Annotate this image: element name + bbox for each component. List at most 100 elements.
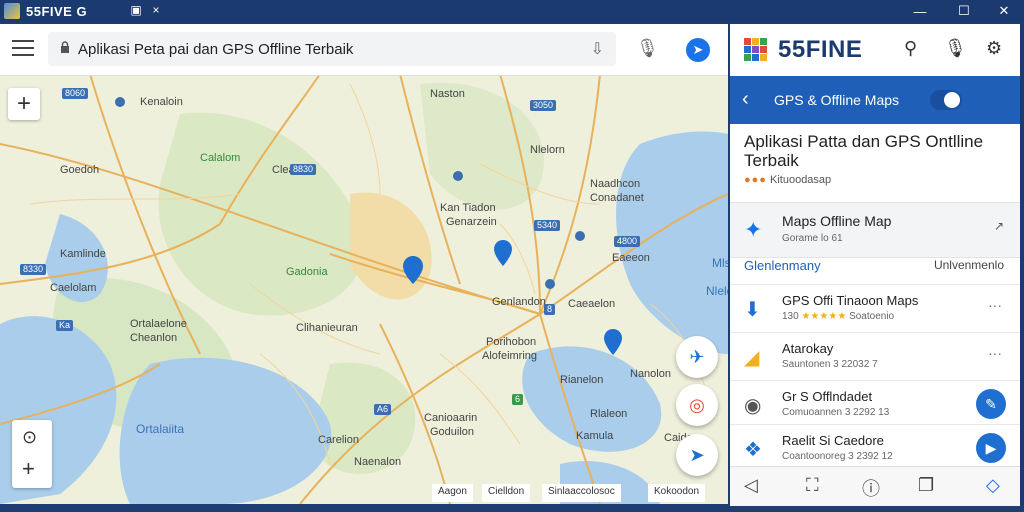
attribution-item[interactable]: Kokoodon	[648, 484, 706, 502]
window-nav-icon[interactable]: ❐	[918, 475, 934, 496]
water-label: Ortalaiita	[136, 422, 185, 436]
window-title: 55FIVE G	[26, 3, 88, 19]
map-controls: ⊙ +	[12, 420, 52, 488]
zoom-in-icon[interactable]: +	[22, 456, 35, 482]
search-input[interactable]: Aplikasi Peta pai dan GPS Offline Terbai…	[48, 32, 616, 66]
route-shield: Ka	[56, 320, 74, 331]
brand-name: 55FINE	[778, 36, 863, 63]
minimize-button[interactable]: —	[900, 0, 940, 22]
zoom-in-button[interactable]: +	[8, 88, 40, 120]
item-title: Atarokay	[782, 341, 834, 356]
navigate-nav-icon[interactable]: ◇	[986, 475, 1000, 496]
tab-close-icon[interactable]: ×	[148, 3, 164, 17]
cube-icon: ❖	[744, 439, 762, 461]
route-shield: 3050	[530, 100, 557, 111]
image-icon[interactable]: ▣	[128, 3, 144, 17]
item-subtitle: 130 ★★★★★ Soatoenio	[782, 311, 895, 322]
section-title[interactable]: Glenlenmany	[744, 258, 821, 273]
map-label: Naadhcon	[590, 178, 641, 190]
header-title: GPS & Offline Maps	[774, 92, 900, 108]
map-label: Caeaelon	[568, 298, 616, 310]
map-label: Goduilon	[430, 426, 475, 438]
share-button[interactable]: ✈	[676, 336, 718, 378]
item-subtitle: Coantoonoreg 3 2392 12	[782, 451, 893, 462]
route-shield: 8060	[62, 88, 89, 99]
map-label: Kamula	[576, 430, 614, 442]
brand-logo-icon	[744, 38, 767, 61]
list-item[interactable]: ❖ Raelit Si Caedore Coantoonoreg 3 2392 …	[730, 424, 1020, 472]
route-shield: 8	[544, 304, 556, 315]
park-label: Calalom	[200, 152, 241, 164]
item-title: GPS Offi Tinaoon Maps	[782, 293, 919, 308]
more-options-icon[interactable]: ···	[988, 345, 1002, 361]
chat-button[interactable]: ▶	[976, 433, 1006, 463]
directions-button[interactable]: ➤	[676, 434, 718, 476]
more-options-icon[interactable]: ···	[988, 297, 1002, 313]
map-canvas	[0, 24, 728, 504]
map-label: Caelolam	[50, 282, 97, 294]
rating-dots-icon: ●●●	[744, 174, 767, 186]
map-label: Ortalaelone	[130, 318, 187, 330]
search-icon[interactable]: ⚲	[904, 38, 917, 59]
map-view[interactable]: Kenaloin Naston Goedoh Clealonn Naadhcon…	[0, 24, 728, 504]
map-label: Conadanet	[590, 192, 644, 204]
route-shield: 4800	[614, 236, 641, 247]
microphone-icon[interactable]: 🎙	[944, 38, 967, 59]
locate-icon[interactable]: ⊙	[22, 427, 37, 448]
section-link[interactable]: Unlvenmenlo	[934, 258, 1004, 272]
map-label: Naenalon	[354, 456, 402, 468]
map-label: Naston	[430, 88, 465, 100]
microphone-icon[interactable]: 🎙	[636, 38, 659, 59]
list-item[interactable]: ◢ Atarokay Sauntonen 3 22032 7 ···	[730, 332, 1020, 380]
featured-item[interactable]: ✦ Maps Offline Map Gorame lo 61 ↗	[730, 202, 1020, 258]
bottom-nav: ◁ ⛶ ⓘ ❐ ◇	[730, 466, 1020, 506]
compass-button[interactable]: ◎	[676, 384, 718, 426]
map-label: Porihobon	[486, 336, 537, 348]
app-title: Aplikasi Patta dan GPS Ontlline Terbaik	[744, 132, 984, 170]
search-text: Aplikasi Peta pai dan GPS Offline Terbai…	[78, 41, 354, 58]
edit-button[interactable]: ✎	[976, 389, 1006, 419]
rating-row: ●●● Kituoodasap	[744, 174, 831, 186]
back-nav-icon[interactable]: ◁	[744, 475, 758, 496]
list-item[interactable]: ⬇ GPS Offi Tinaoon Maps 130 ★★★★★ Soatoe…	[730, 284, 1020, 332]
item-subtitle: Sauntonen 3 22032 7	[782, 359, 878, 370]
attribution-item[interactable]: Aagon	[432, 484, 473, 502]
download-arrow-icon: ⬇	[744, 299, 761, 321]
navigation-button[interactable]: ➤	[686, 38, 710, 62]
map-nav-icon[interactable]: ⛶	[806, 475, 819, 496]
map-label: Carelion	[318, 434, 359, 446]
item-title: Raelit Si Caedore	[782, 433, 884, 448]
map-label: Genarzein	[446, 216, 497, 228]
menu-icon[interactable]	[12, 40, 34, 58]
attribution-item[interactable]: Sinlaaccolosoc	[542, 484, 621, 502]
attribution-item[interactable]: Cielldon	[482, 484, 531, 502]
close-button[interactable]: ✕	[984, 0, 1024, 22]
map-label: Rlaleon	[590, 408, 628, 420]
open-arrow-icon[interactable]: ↗	[994, 219, 1004, 233]
route-shield: 6	[512, 394, 524, 405]
map-label: Rianelon	[560, 374, 604, 386]
filter-icon[interactable]: ⇩	[591, 39, 604, 59]
map-label: Kenaloin	[140, 96, 183, 108]
map-label: Nanolon	[630, 368, 671, 380]
offline-toggle[interactable]	[930, 90, 962, 110]
map-pin-icon: ✦	[744, 217, 763, 242]
water-label: Mls	[712, 256, 728, 270]
maximize-button[interactable]: ☐	[944, 0, 984, 22]
back-icon[interactable]: ‹	[742, 88, 749, 111]
map-label: Genlandon	[492, 296, 546, 308]
list-item[interactable]: ◉ Gr S Offlndadet Comuoannen 3 2292 13 ✎	[730, 380, 1020, 428]
section-header: Glenlenmany Unlvenmenlo	[730, 258, 1020, 282]
info-nav-icon[interactable]: ⓘ	[862, 475, 880, 501]
item-subtitle: Comuoannen 3 2292 13	[782, 407, 890, 418]
window-edge	[1020, 24, 1024, 506]
settings-icon[interactable]: ⚙	[986, 38, 1002, 59]
route-shield: 8330	[20, 264, 47, 275]
triangle-map-icon: ◢	[744, 347, 760, 369]
featured-subtitle: Gorame lo 61	[782, 233, 843, 244]
map-label: Clihanieuran	[296, 322, 358, 334]
lock-icon	[61, 41, 69, 53]
map-label: Canioaarin	[424, 412, 478, 424]
map-label: Nlelorn	[530, 144, 565, 156]
side-panel: 55FINE ⚲ 🎙 ⚙ ‹ GPS & Offline Maps Aplika…	[730, 24, 1020, 506]
